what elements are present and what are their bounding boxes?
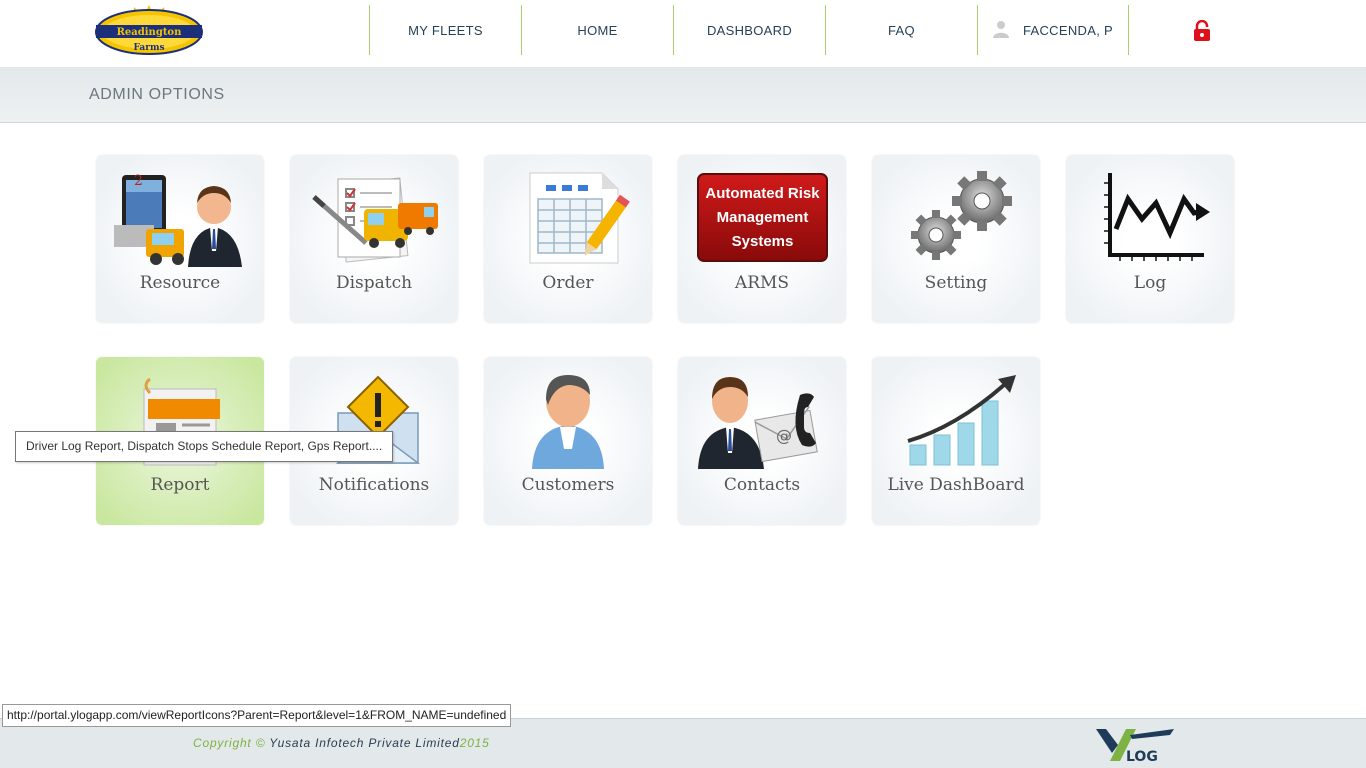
tile-setting-label: Setting <box>924 273 988 293</box>
tile-resource-label: Resource <box>139 273 221 293</box>
tile-report-label: Report <box>150 475 210 495</box>
nav-home-label: HOME <box>577 22 618 38</box>
tile-arms[interactable]: Automated Risk Management Systems ARMS <box>678 155 846 323</box>
admin-options-bar: ADMIN OPTIONS <box>0 67 1366 123</box>
logout-lock-icon[interactable] <box>1192 19 1212 42</box>
user-icon <box>993 20 1009 41</box>
status-bar-url: http://portal.ylogapp.com/viewReportIcon… <box>2 704 512 727</box>
nav-my-fleets-label: MY FLEETS <box>408 22 483 38</box>
arms-logo-box: Automated Risk Management Systems <box>697 173 828 262</box>
tile-contacts-label: Contacts <box>723 475 801 495</box>
resource-icon: 2 <box>110 169 250 269</box>
nav-home[interactable]: HOME <box>521 5 673 55</box>
logo-text-bottom: Farms <box>133 43 164 53</box>
tile-contacts[interactable]: @ Contacts <box>678 357 846 525</box>
ylog-logo-text: LOG <box>1126 749 1158 765</box>
nav-faq[interactable]: FAQ <box>825 5 977 55</box>
header: Readington Farms MY FLEETS HOME DASHBOAR… <box>0 0 1366 67</box>
copyright-prefix: Copyright © <box>193 736 266 750</box>
tile-order-label: Order <box>542 273 594 293</box>
tile-customers[interactable]: Customers <box>484 357 652 525</box>
tile-setting[interactable]: Setting <box>872 155 1040 323</box>
arms-line-3: Systems <box>731 232 794 250</box>
nav-dashboard[interactable]: DASHBOARD <box>673 5 825 55</box>
user-name: FACCENDA, P <box>1023 22 1113 38</box>
order-icon <box>498 169 638 269</box>
log-chart-icon <box>1080 169 1220 269</box>
gears-icon <box>886 169 1026 269</box>
tile-log[interactable]: Log <box>1066 155 1234 323</box>
copyright-text: Copyright © Yusata Infotech Private Limi… <box>193 736 490 750</box>
contacts-icon: @ <box>692 371 832 471</box>
tile-dispatch[interactable]: Dispatch <box>290 155 458 323</box>
logo-text-top: Readington <box>117 27 182 38</box>
resource-badge: 2 <box>134 173 143 189</box>
tile-customers-label: Customers <box>521 475 615 495</box>
svg-text:@: @ <box>776 426 792 445</box>
tile-live-dashboard[interactable]: Live DashBoard <box>872 357 1040 525</box>
customer-person-icon <box>498 371 638 471</box>
tile-live-dashboard-label: Live DashBoard <box>887 475 1025 495</box>
copyright-company: Yusata Infotech Private Limited <box>265 736 460 750</box>
main-nav: MY FLEETS HOME DASHBOARD FAQ FACCENDA, P <box>369 5 1129 55</box>
tile-order[interactable]: Order <box>484 155 652 323</box>
ylog-logo: LOG <box>1096 725 1176 767</box>
dispatch-icon <box>304 169 444 269</box>
nav-my-fleets[interactable]: MY FLEETS <box>369 5 521 55</box>
growth-chart-icon <box>886 371 1026 471</box>
readington-farms-logo[interactable]: Readington Farms <box>94 5 204 57</box>
page-title: ADMIN OPTIONS <box>89 86 225 103</box>
arms-line-2: Management <box>716 208 809 226</box>
tile-notifications-label: Notifications <box>318 475 430 495</box>
copyright-year: 2015 <box>459 736 490 750</box>
arms-line-1: Automated Risk <box>705 184 820 202</box>
tile-dispatch-label: Dispatch <box>335 273 413 293</box>
nav-user-profile[interactable]: FACCENDA, P <box>977 5 1129 55</box>
tile-arms-label: ARMS <box>734 273 790 293</box>
tile-log-label: Log <box>1133 273 1167 293</box>
tile-resource[interactable]: 2 Resource <box>96 155 264 323</box>
nav-dashboard-label: DASHBOARD <box>706 22 793 38</box>
report-tooltip: Driver Log Report, Dispatch Stops Schedu… <box>15 431 394 462</box>
nav-faq-label: FAQ <box>888 22 915 38</box>
